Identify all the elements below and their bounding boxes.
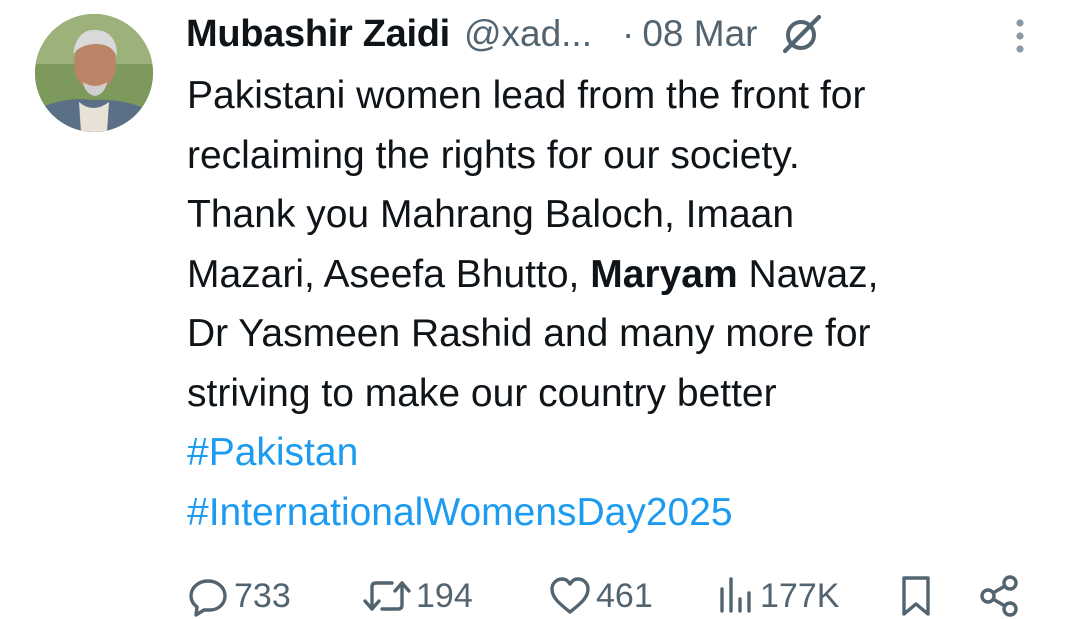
- tweet-date[interactable]: 08 Mar: [642, 13, 757, 55]
- reply-icon: [188, 575, 230, 617]
- highlighted-word: Maryam: [590, 252, 738, 296]
- like-button[interactable]: 461: [548, 566, 653, 619]
- tweet-line: reclaiming the rights for our society.: [187, 133, 800, 177]
- avatar[interactable]: [35, 14, 153, 132]
- tweet-header: Mubashir Zaidi @xad... · 08 Mar: [186, 6, 1056, 62]
- header-separator: ·: [622, 13, 635, 54]
- hashtag-link[interactable]: #Pakistan: [187, 423, 1057, 483]
- author-name[interactable]: Mubashir Zaidi: [186, 13, 450, 56]
- views-count: 177K: [760, 576, 840, 615]
- share-button[interactable]: [978, 566, 1022, 619]
- reply-count: 733: [234, 576, 291, 615]
- repost-icon: [362, 575, 412, 617]
- like-icon: [548, 575, 592, 617]
- repost-button[interactable]: 194: [362, 566, 473, 619]
- tweet-line: Thank you Mahrang Baloch, Imaan: [187, 193, 795, 236]
- hashtag-link[interactable]: #InternationalWomensDay2025: [187, 483, 1057, 543]
- views-button[interactable]: 177K: [716, 566, 839, 619]
- reply-button[interactable]: 733: [188, 566, 291, 619]
- grok-icon[interactable]: [779, 11, 825, 57]
- bookmark-icon: [896, 574, 936, 618]
- more-options-icon[interactable]: [1008, 16, 1032, 56]
- like-count: 461: [596, 576, 653, 615]
- share-icon: [978, 574, 1022, 618]
- text-segment: Nawaz,: [737, 252, 879, 296]
- bookmark-button[interactable]: [896, 566, 936, 619]
- action-bar: 733 194 461 177K: [188, 566, 1048, 619]
- views-icon: [716, 575, 756, 617]
- tweet-line: striving to make our country better: [187, 371, 777, 415]
- avatar-photo: [35, 14, 153, 132]
- author-handle[interactable]: @xad...: [464, 13, 592, 55]
- text-segment: Mazari, Aseefa Bhutto,: [187, 252, 591, 296]
- tweet-line: Mazari, Aseefa Bhutto, Maryam Nawaz,: [187, 245, 1057, 305]
- repost-count: 194: [416, 576, 473, 615]
- tweet-line: Pakistani women lead from the front for: [187, 74, 866, 117]
- tweet-text: Pakistani women lead from the front for …: [187, 66, 1057, 542]
- tweet-line: Dr Yasmeen Rashid and many more for: [187, 312, 871, 355]
